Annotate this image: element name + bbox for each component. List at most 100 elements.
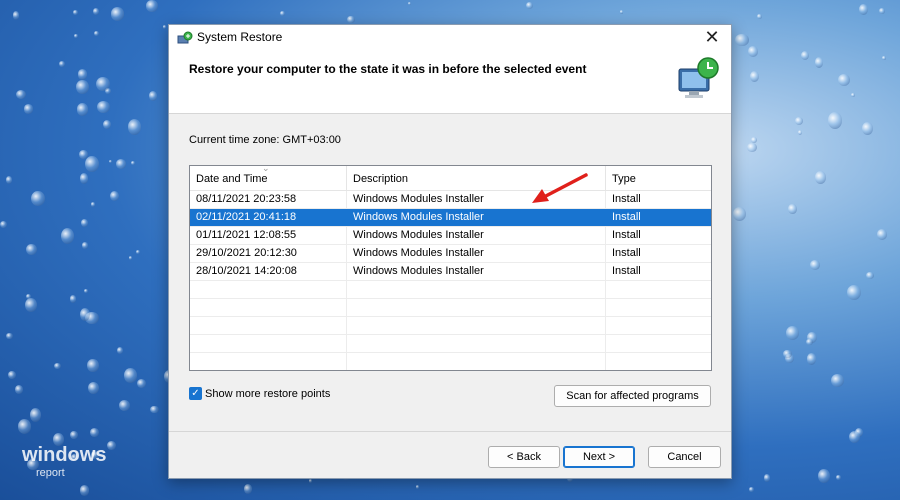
next-button[interactable]: Next > xyxy=(563,446,635,468)
water-droplet xyxy=(59,61,65,68)
water-droplet xyxy=(60,228,74,244)
water-droplet xyxy=(77,69,88,80)
cell-type: Install xyxy=(612,193,641,205)
table-row[interactable]: 08/11/2021 20:23:58 Windows Modules Inst… xyxy=(190,191,711,209)
water-droplet xyxy=(150,405,159,414)
cell-description: Windows Modules Installer xyxy=(347,263,606,280)
water-droplet xyxy=(6,332,13,339)
red-arrow-annotation-icon xyxy=(532,173,588,203)
water-droplet xyxy=(73,33,78,39)
water-droplet xyxy=(865,271,874,280)
table-row-selected[interactable]: 02/11/2021 20:41:18 Windows Modules Inst… xyxy=(190,209,711,227)
table-row[interactable]: 01/11/2021 12:08:55 Windows Modules Inst… xyxy=(190,227,711,245)
water-droplet xyxy=(859,3,869,15)
water-droplet xyxy=(75,79,89,95)
water-droplet xyxy=(818,469,831,484)
water-droplet xyxy=(828,112,842,129)
water-droplet xyxy=(146,0,159,12)
table-row[interactable]: 29/10/2021 20:12:30 Windows Modules Inst… xyxy=(190,245,711,263)
water-droplet xyxy=(117,347,124,355)
water-droplet xyxy=(7,370,16,380)
column-header-type[interactable]: Type xyxy=(606,166,709,190)
water-droplet xyxy=(788,203,797,215)
empty-cell xyxy=(347,317,606,334)
empty-row xyxy=(190,353,711,370)
water-droplet xyxy=(108,159,112,163)
empty-cell xyxy=(606,299,709,316)
cell-type: Install xyxy=(612,265,641,277)
empty-cell xyxy=(606,281,709,298)
water-droplet xyxy=(619,10,623,14)
water-droplet xyxy=(25,243,37,255)
water-droplet xyxy=(415,485,420,490)
cell-type: Install xyxy=(612,211,641,223)
water-droplet xyxy=(809,260,820,270)
water-droplet xyxy=(797,129,803,135)
water-droplet xyxy=(93,31,99,37)
close-button[interactable]: ✕ xyxy=(701,27,723,47)
empty-row xyxy=(190,281,711,299)
water-droplet xyxy=(879,7,885,14)
water-droplet xyxy=(79,307,90,321)
empty-cell xyxy=(606,335,709,352)
water-droplet xyxy=(748,46,759,57)
water-droplet xyxy=(69,295,77,303)
water-droplet xyxy=(130,161,135,165)
water-droplet xyxy=(69,430,78,440)
water-droplet xyxy=(110,7,125,21)
water-droplet xyxy=(749,487,754,492)
water-droplet xyxy=(128,256,132,260)
system-restore-icon xyxy=(177,31,193,44)
water-droplet xyxy=(53,363,61,370)
water-droplet xyxy=(815,171,826,184)
water-droplet xyxy=(814,57,824,69)
water-droplet xyxy=(831,373,845,387)
empty-cell xyxy=(190,317,347,334)
water-droplet xyxy=(750,71,760,83)
water-droplet xyxy=(280,10,286,17)
water-droplet xyxy=(85,155,99,172)
empty-cell xyxy=(347,335,606,352)
water-droplet xyxy=(408,1,412,6)
show-more-restore-points-checkbox[interactable]: ✓ Show more restore points xyxy=(189,387,330,400)
scan-affected-programs-button[interactable]: Scan for affected programs xyxy=(554,385,711,407)
restore-points-table[interactable]: ⌄ Date and Time Description Type 08/11/2… xyxy=(189,163,712,371)
window-title: System Restore xyxy=(197,30,283,44)
water-droplet xyxy=(118,400,130,411)
water-droplet xyxy=(87,358,99,373)
water-droplet xyxy=(0,220,8,229)
cell-date: 02/11/2021 20:41:18 xyxy=(190,209,347,226)
water-droplet xyxy=(107,440,116,450)
checkbox-checked-icon[interactable]: ✓ xyxy=(189,387,202,400)
empty-row xyxy=(190,317,711,335)
dialog-header: System Restore ✕ Restore your computer t… xyxy=(169,25,731,114)
cell-description: Windows Modules Installer xyxy=(347,227,606,244)
back-button[interactable]: < Back xyxy=(488,446,560,468)
empty-cell xyxy=(190,281,347,298)
water-droplet xyxy=(102,119,112,129)
checkbox-label: Show more restore points xyxy=(205,387,331,400)
column-header-date[interactable]: ⌄ Date and Time xyxy=(190,163,347,190)
water-droplet xyxy=(794,116,804,126)
cell-date: 01/11/2021 12:08:55 xyxy=(190,227,347,244)
footer-divider xyxy=(169,431,731,432)
water-droplet xyxy=(525,1,534,10)
water-droplet xyxy=(96,100,110,113)
water-droplet xyxy=(149,91,157,101)
water-droplet xyxy=(72,10,78,15)
cancel-button[interactable]: Cancel xyxy=(648,446,721,468)
water-droplet xyxy=(747,143,757,153)
water-droplet xyxy=(735,33,749,47)
cell-date: 08/11/2021 20:23:58 xyxy=(190,191,347,208)
table-row[interactable]: 28/10/2021 14:20:08 Windows Modules Inst… xyxy=(190,263,711,281)
water-droplet xyxy=(115,159,127,170)
water-droplet xyxy=(84,288,89,293)
water-droplet xyxy=(785,326,800,340)
empty-cell xyxy=(190,299,347,316)
empty-cell xyxy=(190,353,347,370)
water-droplet xyxy=(136,378,146,388)
water-droplet xyxy=(801,51,810,61)
water-droplet xyxy=(16,89,27,99)
watermark-line1: windows xyxy=(22,444,107,466)
system-restore-dialog: System Restore ✕ Restore your computer t… xyxy=(168,24,732,479)
